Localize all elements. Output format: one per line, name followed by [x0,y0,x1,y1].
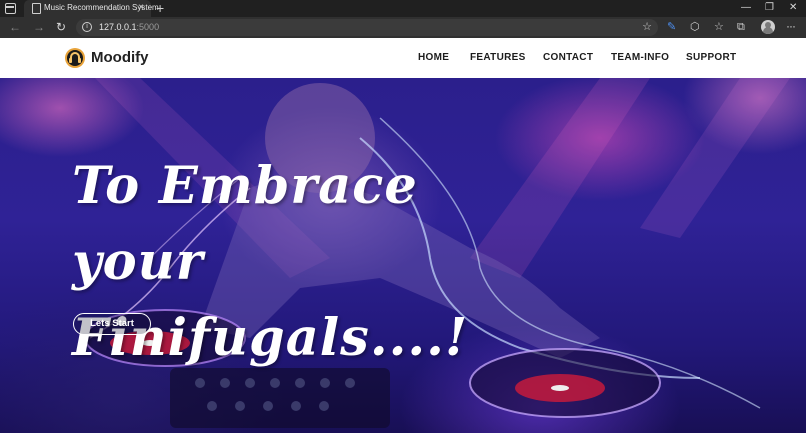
url-host: 127.0.0.1 [99,22,137,32]
site-header: Moodify HOME FEATURES CONTACT TEAM-INFO … [0,38,806,78]
nav-contact[interactable]: CONTACT [543,52,593,63]
url-text[interactable]: 127.0.0.1:5000 [99,22,159,32]
collections-icon[interactable]: ⧉ [737,20,745,35]
back-icon[interactable]: ← [9,20,21,35]
favorites-icon[interactable]: ☆ [714,20,724,35]
puzzle-icon[interactable]: ⬡ [690,20,700,35]
star-add-icon[interactable]: ☆ [642,20,652,34]
new-tab-button[interactable]: + [156,0,164,17]
more-icon[interactable]: ··· [786,19,796,34]
browser-tab-bar: Music Recommendation System × + — ❐ ✕ [0,0,806,17]
close-tab-icon[interactable]: × [138,2,144,14]
nav-home[interactable]: HOME [418,52,449,63]
headphones-logo-icon[interactable] [65,48,85,68]
info-icon[interactable]: i [82,22,92,32]
hero-heading: To Embrace your Finifugals....! [72,156,469,368]
close-window-button[interactable]: ✕ [789,2,797,14]
extension-icon[interactable]: ✎ [667,20,676,35]
refresh-icon[interactable]: ↻ [56,20,66,35]
browser-toolbar: ← → ↻ i 127.0.0.1:5000 ☆ ✎ ⬡ ☆ ⧉ ··· [0,17,806,38]
nav-support[interactable]: SUPPORT [686,52,736,63]
hero-section: To Embrace your Finifugals....! Lets Sta… [0,78,806,433]
profile-icon[interactable] [761,20,775,34]
tab-actions-icon[interactable] [5,3,16,14]
page-favicon-icon [32,3,41,14]
minimize-button[interactable]: — [741,2,751,14]
lets-start-button[interactable]: Lets Start [73,313,151,335]
nav-features[interactable]: FEATURES [470,52,526,63]
url-port: :5000 [136,22,160,32]
browser-tab[interactable]: Music Recommendation System × [24,0,159,17]
address-bar[interactable]: i 127.0.0.1:5000 ☆ [76,19,658,36]
brand-name[interactable]: Moodify [91,49,149,66]
forward-icon[interactable]: → [33,20,45,35]
nav-team-info[interactable]: TEAM-INFO [611,52,669,63]
restore-button[interactable]: ❐ [765,2,774,14]
